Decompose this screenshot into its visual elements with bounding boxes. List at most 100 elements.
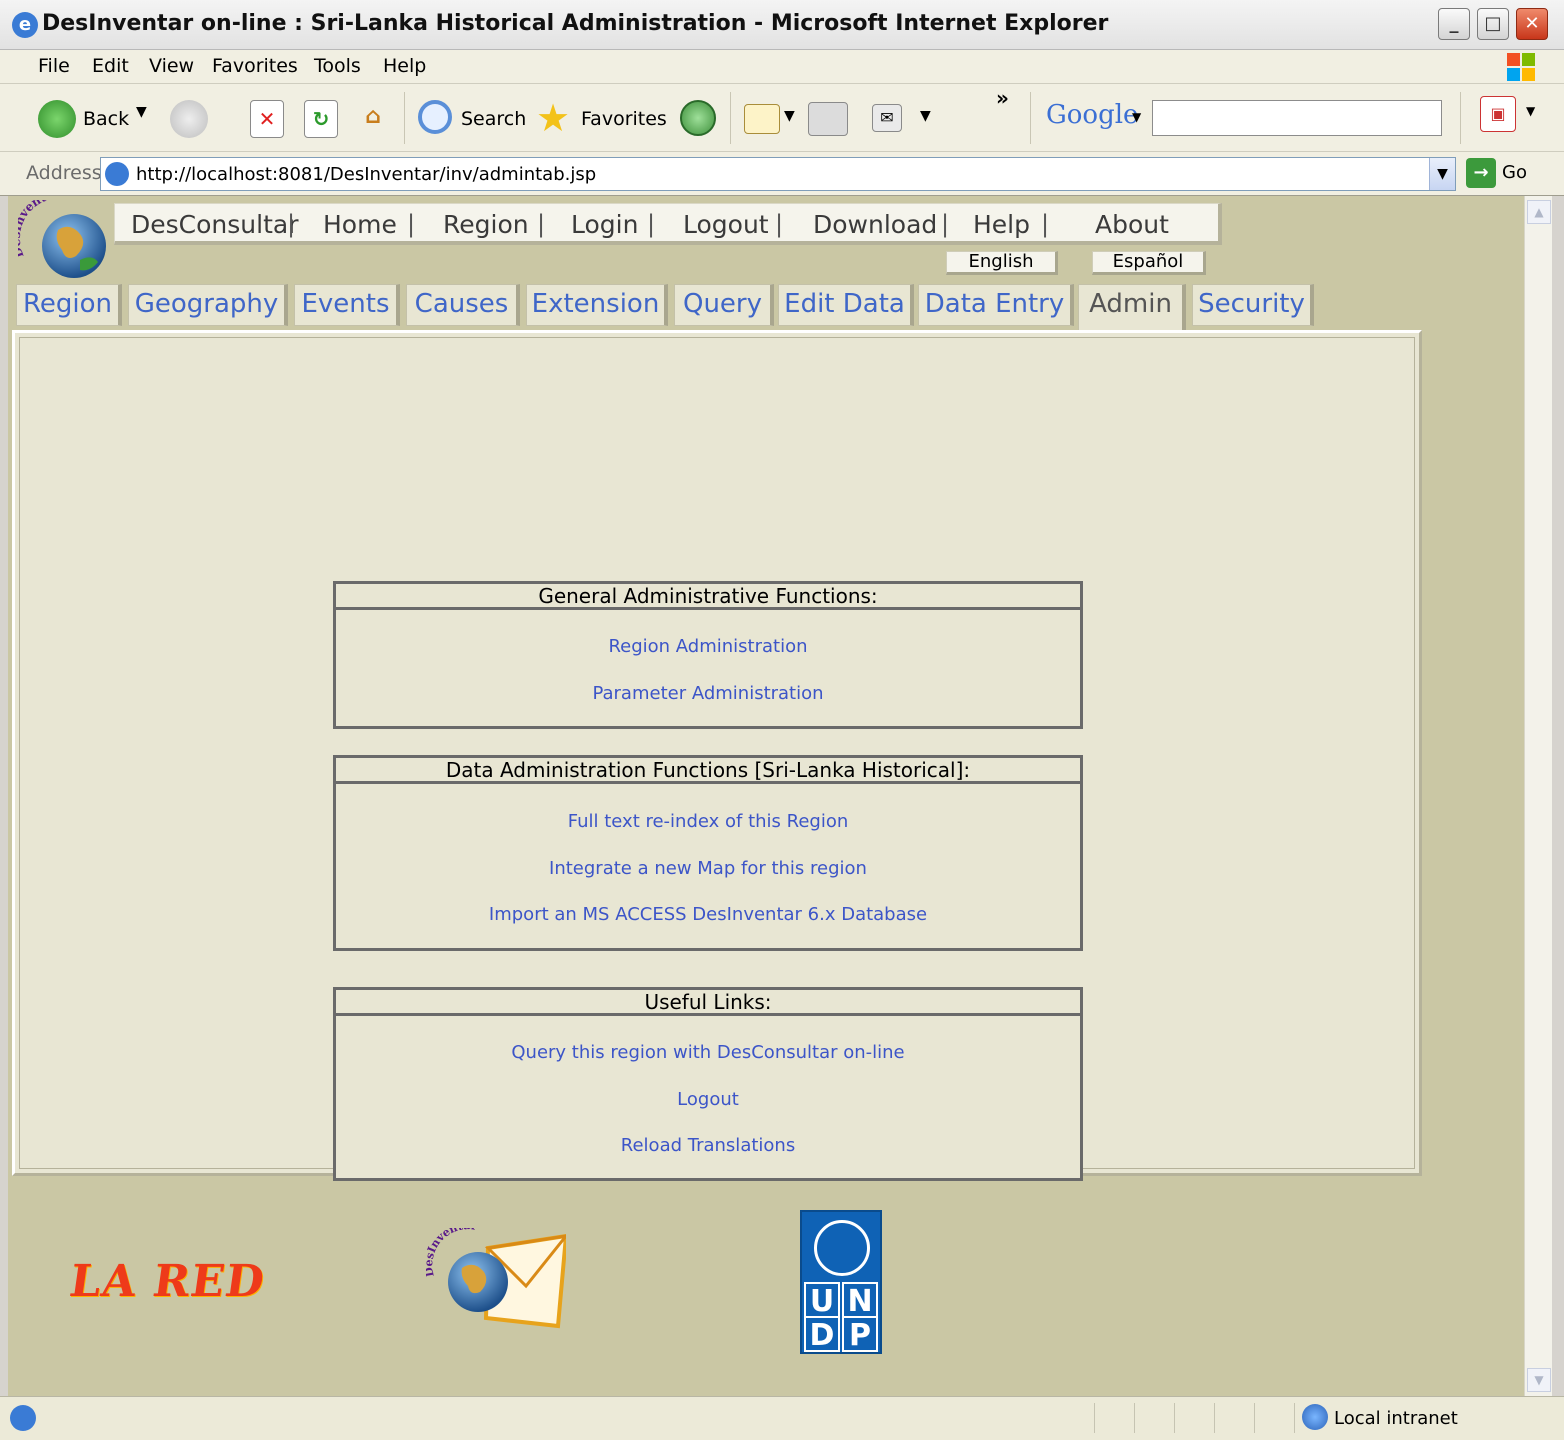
menu-tools[interactable]: Tools xyxy=(314,55,361,77)
tab-events[interactable]: Events xyxy=(294,284,400,326)
status-divider xyxy=(1094,1403,1095,1433)
undp-letter: U xyxy=(804,1282,840,1319)
scroll-up-icon[interactable]: ▲ xyxy=(1527,200,1551,224)
logout-link[interactable]: Logout xyxy=(336,1089,1080,1110)
nav-download[interactable]: Download xyxy=(813,210,937,239)
import-access-database-link[interactable]: Import an MS ACCESS DesInventar 6.x Data… xyxy=(336,904,1080,925)
status-divider xyxy=(1214,1403,1215,1433)
tab-causes[interactable]: Causes xyxy=(406,284,520,326)
maximize-button[interactable]: □ xyxy=(1477,8,1509,40)
tab-security[interactable]: Security xyxy=(1192,284,1314,326)
desinventar-envelope-logo[interactable]: DesInventar xyxy=(426,1228,566,1338)
nav-desconsultar[interactable]: DesConsultar xyxy=(131,210,298,239)
go-label: Go xyxy=(1502,162,1527,183)
tab-edit-data[interactable]: Edit Data xyxy=(778,284,914,326)
home-icon[interactable]: ⌂ xyxy=(354,98,392,138)
back-button[interactable]: Back xyxy=(83,108,129,130)
window-titlebar: e DesInventar on-line : Sri-Lanka Histor… xyxy=(0,0,1564,50)
status-bar: Local intranet xyxy=(0,1396,1564,1440)
section-title: Useful Links: xyxy=(336,990,1080,1016)
nav-help[interactable]: Help xyxy=(973,210,1030,239)
address-dropdown-icon[interactable]: ▼ xyxy=(1429,158,1455,190)
favorites-button[interactable]: Favorites xyxy=(581,108,667,130)
admin-panel: General Administrative Functions: Region… xyxy=(12,330,1422,1181)
vertical-scrollbar[interactable]: ▲ ▼ xyxy=(1524,196,1552,1396)
useful-links-section: Useful Links: Query this region with Des… xyxy=(333,987,1083,1181)
favorites-star-icon[interactable]: ★ xyxy=(536,96,570,140)
history-icon[interactable] xyxy=(680,100,716,136)
reload-translations-link[interactable]: Reload Translations xyxy=(336,1135,1080,1156)
page-status-icon xyxy=(10,1405,36,1431)
desinventar-globe-logo[interactable]: DesInventar xyxy=(18,200,110,280)
address-input[interactable]: http://localhost:8081/DesInventar/inv/ad… xyxy=(100,157,1456,191)
tab-query[interactable]: Query xyxy=(674,284,774,326)
close-button[interactable]: ✕ xyxy=(1516,8,1548,40)
google-dropdown-icon[interactable]: ▼ xyxy=(1132,110,1141,124)
tab-extension[interactable]: Extension xyxy=(526,284,668,326)
pdf-icon[interactable]: ▣ xyxy=(1480,96,1516,132)
toolbar-separator xyxy=(404,92,405,144)
print-icon[interactable] xyxy=(808,102,848,136)
nav-separator: | xyxy=(287,210,296,238)
page-viewport: DesInventar DesConsultar | Home | Region… xyxy=(8,196,1524,1396)
menu-help[interactable]: Help xyxy=(383,55,426,77)
section-title: Data Administration Functions [Sri-Lanka… xyxy=(336,758,1080,784)
nav-separator: | xyxy=(1041,210,1050,238)
google-logo[interactable]: Google xyxy=(1046,100,1138,130)
nav-region[interactable]: Region xyxy=(443,210,529,239)
la-red-logo[interactable]: LA RED xyxy=(66,1256,268,1307)
search-icon[interactable] xyxy=(418,100,452,134)
nav-login[interactable]: Login xyxy=(571,210,638,239)
toolbar-separator xyxy=(1030,92,1031,144)
toolbar-separator xyxy=(1460,92,1461,144)
stop-icon[interactable]: ✕ xyxy=(250,100,284,138)
full-text-reindex-link[interactable]: Full text re-index of this Region xyxy=(336,811,1080,832)
address-url[interactable]: http://localhost:8081/DesInventar/inv/ad… xyxy=(136,164,596,185)
minimize-button[interactable]: _ xyxy=(1438,8,1470,40)
menu-edit[interactable]: Edit xyxy=(92,55,129,77)
nav-separator: | xyxy=(407,210,416,238)
mail-icon[interactable] xyxy=(744,104,780,134)
undp-letter: N xyxy=(842,1282,878,1319)
nav-logout[interactable]: Logout xyxy=(683,210,769,239)
forward-arrow-icon[interactable] xyxy=(170,100,208,138)
menu-view[interactable]: View xyxy=(149,55,194,77)
search-button[interactable]: Search xyxy=(461,108,526,130)
back-arrow-icon[interactable] xyxy=(38,100,76,138)
scroll-down-icon[interactable]: ▼ xyxy=(1527,1368,1551,1392)
nav-home[interactable]: Home xyxy=(323,210,397,239)
edit-dropdown-icon[interactable]: ▼ xyxy=(920,108,931,124)
toolbar-chevron-icon[interactable]: » xyxy=(996,86,1009,110)
refresh-icon[interactable]: ↻ xyxy=(304,100,338,138)
nav-about[interactable]: About xyxy=(1095,210,1169,239)
tab-admin[interactable]: Admin xyxy=(1078,284,1186,330)
edit-page-icon[interactable]: ✉ xyxy=(872,104,902,132)
query-desconsultar-link[interactable]: Query this region with DesConsultar on-l… xyxy=(336,1042,1080,1063)
menu-favorites[interactable]: Favorites xyxy=(212,55,298,77)
nav-separator: | xyxy=(775,210,784,238)
nav-separator: | xyxy=(941,210,950,238)
address-bar: Address http://localhost:8081/DesInventa… xyxy=(0,152,1564,196)
language-espanol-button[interactable]: Español xyxy=(1092,251,1206,275)
integrate-map-link[interactable]: Integrate a new Map for this region xyxy=(336,858,1080,879)
ie-app-icon: e xyxy=(12,12,38,38)
go-button[interactable]: → Go xyxy=(1466,158,1527,188)
status-divider xyxy=(1134,1403,1135,1433)
tab-region[interactable]: Region xyxy=(16,284,122,326)
parameter-administration-link[interactable]: Parameter Administration xyxy=(336,683,1080,704)
page-icon xyxy=(105,162,129,186)
undp-letter: P xyxy=(842,1316,878,1353)
tab-data-entry[interactable]: Data Entry xyxy=(918,284,1074,326)
mail-dropdown-icon[interactable]: ▼ xyxy=(784,108,795,124)
pdf-dropdown-icon[interactable]: ▼ xyxy=(1526,104,1535,118)
window-title: DesInventar on-line : Sri-Lanka Historic… xyxy=(42,11,1109,36)
google-search-input[interactable] xyxy=(1152,100,1442,136)
menu-file[interactable]: File xyxy=(38,55,70,77)
region-administration-link[interactable]: Region Administration xyxy=(336,636,1080,657)
tab-geography[interactable]: Geography xyxy=(128,284,288,326)
language-english-button[interactable]: English xyxy=(946,251,1058,275)
go-arrow-icon: → xyxy=(1466,158,1496,188)
undp-logo[interactable]: U N D P xyxy=(800,1210,882,1354)
intranet-globe-icon xyxy=(1302,1404,1328,1430)
back-dropdown-icon[interactable]: ▼ xyxy=(136,104,147,120)
